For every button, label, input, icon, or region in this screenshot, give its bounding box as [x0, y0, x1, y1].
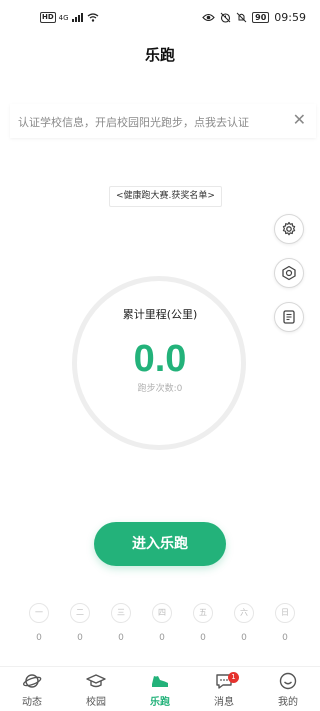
planet-icon	[23, 674, 42, 688]
day-saturday: 六 0	[233, 603, 255, 643]
graduation-cap-icon	[86, 674, 106, 688]
tab-messages[interactable]: 1 消息	[192, 667, 256, 711]
day-sunday: 日 0	[274, 603, 296, 643]
day-value: 0	[200, 633, 206, 643]
tab-feed[interactable]: 动态	[0, 667, 64, 711]
day-monday: 一 0	[28, 603, 50, 643]
certification-notice[interactable]: 认证学校信息，开启校园阳光跑步，点我去认证 ✕	[10, 104, 316, 138]
day-label: 日	[275, 603, 295, 623]
day-tuesday: 二 0	[69, 603, 91, 643]
day-label: 五	[193, 603, 213, 623]
day-thursday: 四 0	[151, 603, 173, 643]
running-shoe-icon	[152, 676, 168, 687]
badge-icon	[282, 265, 296, 281]
day-label: 六	[234, 603, 254, 623]
run-count-value: 0	[176, 384, 183, 394]
network-indicator: 4G	[58, 13, 69, 22]
tab-label: 消息	[214, 697, 234, 708]
unread-badge: 1	[228, 672, 239, 683]
badge-button[interactable]	[274, 258, 304, 288]
mute-icon	[236, 12, 247, 23]
day-label: 四	[152, 603, 172, 623]
certification-notice-text[interactable]: 认证学校信息，开启校园阳光跑步，点我去认证	[18, 114, 249, 130]
close-icon[interactable]: ✕	[293, 110, 306, 129]
tab-label: 乐跑	[150, 697, 170, 708]
tab-label: 校园	[86, 697, 106, 708]
day-value: 0	[36, 633, 42, 643]
day-label: 一	[29, 603, 49, 623]
eye-icon	[202, 13, 215, 22]
day-value: 0	[241, 633, 247, 643]
day-value: 0	[118, 633, 124, 643]
total-distance-value: 0.0	[133, 338, 187, 380]
status-left: HD 4G	[40, 12, 99, 23]
start-run-button[interactable]: 进入乐跑	[94, 522, 226, 566]
smiley-icon	[279, 672, 297, 690]
tab-run[interactable]: 乐跑	[128, 667, 192, 711]
status-right: 90 09:59	[202, 11, 306, 24]
tab-label: 动态	[22, 697, 42, 708]
day-value: 0	[159, 633, 165, 643]
hd-indicator: HD	[40, 12, 56, 23]
page-title: 乐跑	[144, 46, 175, 64]
day-friday: 五 0	[192, 603, 214, 643]
clock: 09:59	[274, 11, 306, 24]
run-count: 跑步次数:0	[0, 381, 320, 394]
tab-profile[interactable]: 我的	[256, 667, 320, 711]
signal-icon	[71, 13, 83, 22]
day-label: 三	[111, 603, 131, 623]
tab-label: 我的	[278, 697, 298, 708]
alarm-icon	[220, 12, 231, 23]
week-summary: 一 0 二 0 三 0 四 0 五 0 六 0 日 0	[24, 603, 300, 653]
battery-indicator: 90	[252, 12, 270, 23]
tab-campus[interactable]: 校园	[64, 667, 128, 711]
wifi-icon	[87, 13, 98, 22]
settings-button[interactable]	[274, 214, 304, 244]
gear-icon	[282, 221, 296, 236]
run-count-label: 跑步次数:	[137, 384, 177, 394]
award-list-link[interactable]: <健康跑大赛.获奖名单>	[109, 186, 222, 207]
day-wednesday: 三 0	[110, 603, 132, 643]
day-value: 0	[77, 633, 83, 643]
total-distance-label: 累计里程(公里)	[122, 308, 198, 321]
day-value: 0	[282, 633, 288, 643]
day-label: 二	[70, 603, 90, 623]
bottom-tab-bar: 动态 校园 乐跑 1 消息 我的	[0, 666, 320, 711]
status-bar: HD 4G 90 09:59	[0, 0, 320, 36]
